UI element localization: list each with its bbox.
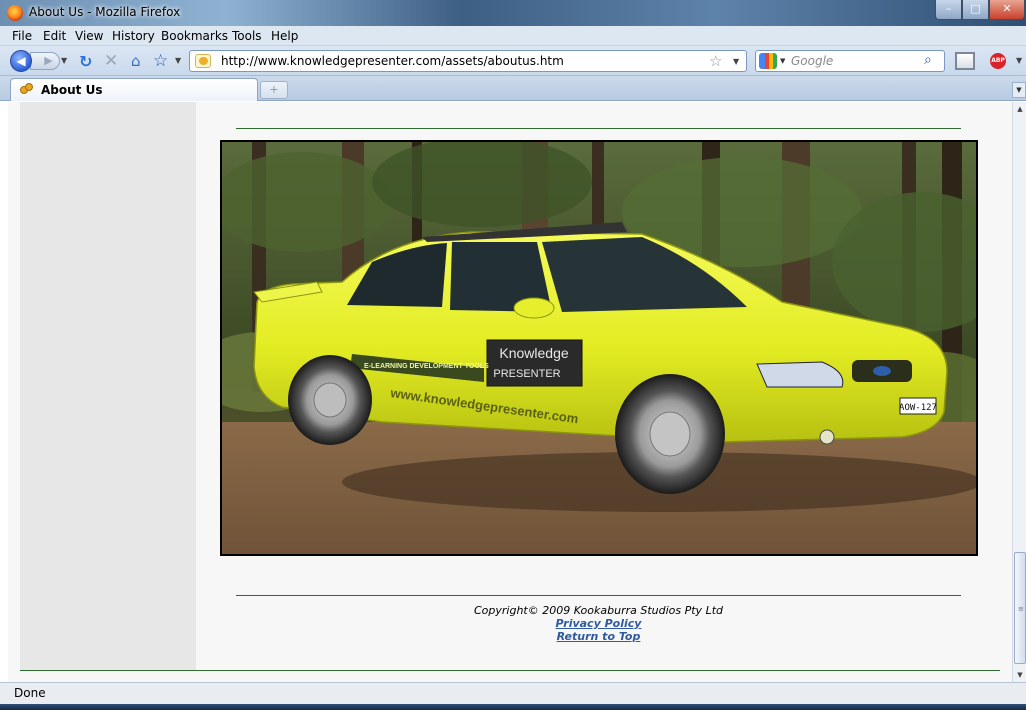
url-bar[interactable]: http://www.knowledgepresenter.com/assets… bbox=[189, 50, 747, 72]
menu-bar: File Edit View History Bookmarks Tools H… bbox=[0, 26, 1026, 46]
tab-bar: About Us + ▼ bbox=[0, 76, 1026, 101]
maximize-button[interactable]: □ bbox=[962, 0, 989, 20]
privacy-policy-link[interactable]: Privacy Policy bbox=[236, 617, 961, 630]
tab-list-dropdown-icon[interactable]: ▼ bbox=[1012, 82, 1026, 98]
toolbar-overflow-icon[interactable]: ▼ bbox=[1016, 56, 1022, 65]
menu-bookmarks[interactable]: Bookmarks bbox=[161, 29, 228, 43]
menu-tools[interactable]: Tools bbox=[232, 29, 262, 43]
menu-file[interactable]: File bbox=[12, 29, 32, 43]
car-photo: AOW-127 Knowledge PRESENTER E-LEARNING D… bbox=[220, 140, 978, 556]
close-button[interactable]: ✕ bbox=[989, 0, 1025, 20]
return-to-top-link[interactable]: Return to Top bbox=[236, 630, 961, 643]
adblock-icon[interactable]: ABP bbox=[990, 53, 1006, 69]
back-button[interactable]: ◀ bbox=[10, 50, 32, 72]
page-content: AOW-127 Knowledge PRESENTER E-LEARNING D… bbox=[8, 102, 1012, 682]
navigation-toolbar: ▶ ◀ ▼ ↻ ✕ ⌂ ☆ ▼ http://www.knowledgepres… bbox=[0, 46, 1026, 76]
stripe-text: E-LEARNING DEVELOPMENT TOOLS bbox=[364, 363, 489, 370]
grip-icon: ≡ bbox=[1018, 605, 1024, 613]
window-icon[interactable] bbox=[955, 52, 975, 70]
scroll-up-icon[interactable]: ▲ bbox=[1013, 102, 1026, 116]
plate-text: AOW-127 bbox=[899, 403, 937, 413]
scroll-down-icon[interactable]: ▼ bbox=[1013, 668, 1026, 682]
back-icon: ◀ bbox=[16, 54, 26, 68]
browser-window: About Us - Mozilla Firefox – □ ✕ File Ed… bbox=[0, 0, 1026, 710]
sign-line2: PRESENTER bbox=[493, 368, 560, 380]
page-bottom-divider bbox=[20, 670, 1000, 671]
forward-icon: ▶ bbox=[37, 54, 53, 67]
copyright-text: Copyright© 2009 Kookaburra Studios Pty L… bbox=[473, 604, 723, 617]
search-input[interactable]: Google bbox=[791, 54, 833, 68]
top-divider bbox=[236, 128, 961, 129]
menu-history[interactable]: History bbox=[112, 29, 155, 43]
plus-icon: + bbox=[269, 83, 279, 96]
bookmark-star-icon[interactable]: ☆ bbox=[153, 51, 168, 71]
search-icon[interactable]: ⌕ bbox=[924, 52, 932, 68]
site-favicon-icon bbox=[20, 83, 35, 96]
minimize-button[interactable]: – bbox=[935, 0, 962, 20]
bookmark-page-star-icon[interactable]: ☆ bbox=[709, 52, 722, 70]
car-photo-image: AOW-127 Knowledge PRESENTER E-LEARNING D… bbox=[222, 142, 976, 554]
bottom-divider bbox=[236, 595, 961, 596]
vertical-scrollbar[interactable]: ▲ ≡ ▼ bbox=[1012, 102, 1026, 682]
tab-label: About Us bbox=[41, 83, 103, 97]
home-icon[interactable]: ⌂ bbox=[131, 52, 141, 70]
firefox-logo-icon bbox=[7, 5, 23, 21]
history-dropdown-icon[interactable]: ▼ bbox=[61, 56, 67, 65]
new-tab-button[interactable]: + bbox=[260, 81, 288, 99]
site-icon bbox=[195, 54, 211, 68]
status-text: Done bbox=[14, 686, 46, 700]
scrollbar-thumb[interactable]: ≡ bbox=[1014, 552, 1026, 664]
status-bar: Done bbox=[0, 682, 1026, 704]
menu-help[interactable]: Help bbox=[271, 29, 298, 43]
page-footer: Copyright© 2009 Kookaburra Studios Pty L… bbox=[236, 604, 961, 643]
url-dropdown-icon[interactable]: ▼ bbox=[733, 57, 739, 66]
menu-edit[interactable]: Edit bbox=[43, 29, 66, 43]
search-box[interactable]: ▼ Google ⌕ bbox=[755, 50, 945, 72]
reload-icon[interactable]: ↻ bbox=[79, 52, 92, 71]
url-text[interactable]: http://www.knowledgepresenter.com/assets… bbox=[221, 54, 564, 68]
stop-icon[interactable]: ✕ bbox=[104, 51, 118, 71]
left-column bbox=[20, 102, 196, 670]
tab-about-us[interactable]: About Us bbox=[10, 78, 258, 101]
menu-view[interactable]: View bbox=[75, 29, 103, 43]
taskbar-edge bbox=[0, 704, 1026, 710]
forward-button[interactable]: ▶ bbox=[30, 52, 60, 70]
bookmark-dropdown-icon[interactable]: ▼ bbox=[175, 56, 181, 65]
search-engine-dropdown-icon[interactable]: ▼ bbox=[780, 57, 785, 65]
window-title: About Us - Mozilla Firefox bbox=[29, 5, 181, 19]
google-icon[interactable] bbox=[759, 53, 777, 69]
sign-line1: Knowledge bbox=[499, 345, 568, 361]
title-bar: About Us - Mozilla Firefox – □ ✕ bbox=[0, 0, 1026, 26]
